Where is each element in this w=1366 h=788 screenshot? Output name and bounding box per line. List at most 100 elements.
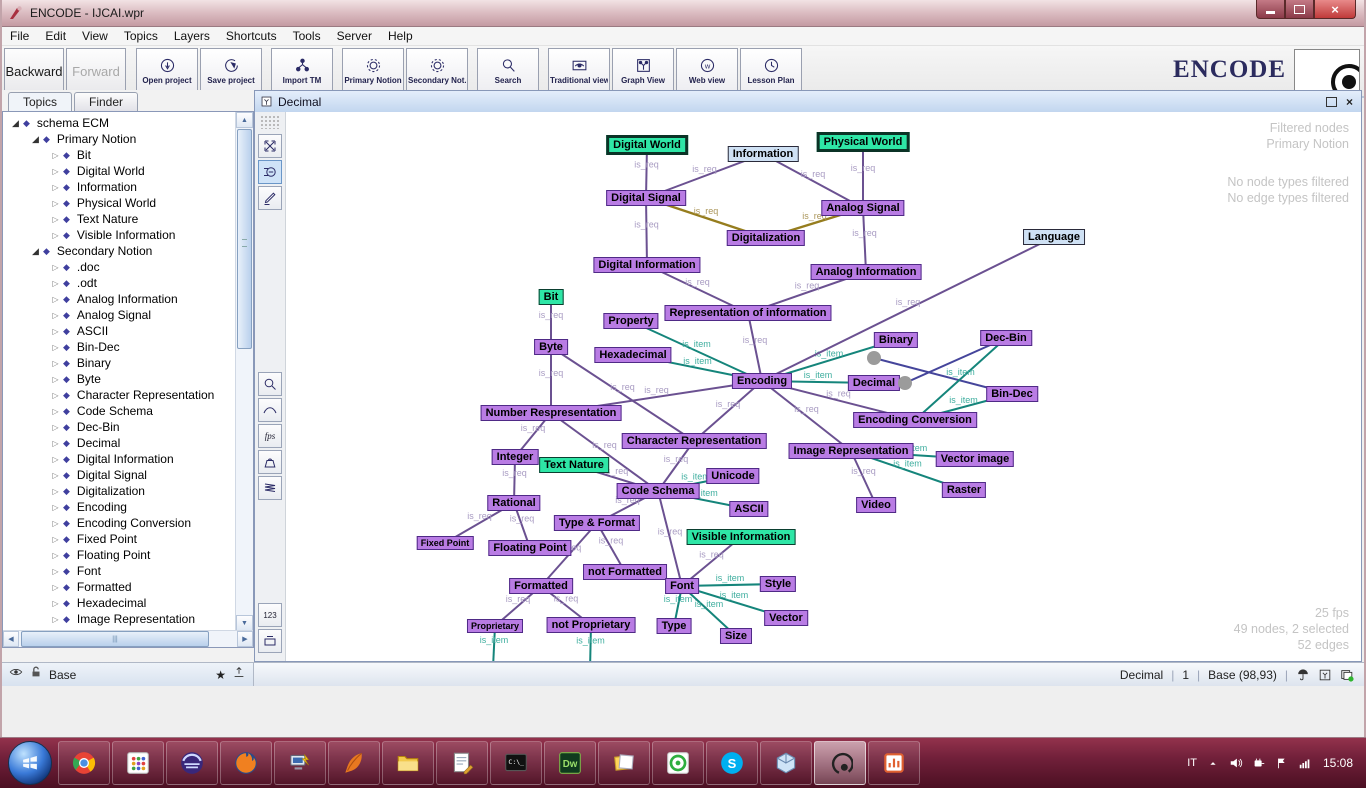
scroll-left-icon[interactable]: ◀ <box>3 631 19 647</box>
expand-toggle-icon[interactable]: ▷ <box>49 375 62 384</box>
graph-node-encoding-conversion[interactable]: Encoding Conversion <box>853 412 977 428</box>
start-button[interactable] <box>8 741 52 785</box>
menu-server[interactable]: Server <box>329 29 380 43</box>
forward-button[interactable]: Forward <box>66 48 126 94</box>
tree-item-byte[interactable]: ▷◆Byte <box>3 371 236 387</box>
graph-handle-dot[interactable] <box>867 351 881 365</box>
volume-icon[interactable] <box>1229 756 1243 770</box>
camstudio-icon[interactable] <box>652 741 704 785</box>
close-button[interactable]: × <box>1314 0 1356 19</box>
graph-node-vector[interactable]: Vector <box>764 610 808 626</box>
restore-button[interactable] <box>1285 0 1314 19</box>
tree-item-physical-world[interactable]: ▷◆Physical World <box>3 195 236 211</box>
notepad-icon[interactable] <box>436 741 488 785</box>
graph-node-size[interactable]: Size <box>720 628 752 644</box>
expand-toggle-icon[interactable]: ▷ <box>49 279 62 288</box>
graph-node-property[interactable]: Property <box>603 313 658 329</box>
expand-toggle-icon[interactable]: ▷ <box>49 327 62 336</box>
firefox-icon[interactable] <box>220 741 272 785</box>
putty-icon[interactable] <box>274 741 326 785</box>
language-indicator[interactable]: IT <box>1187 757 1197 769</box>
graph-handle-dot[interactable] <box>898 376 912 390</box>
traditional-view-button[interactable]: Traditional view <box>548 48 610 94</box>
graph-view-button[interactable]: Graph View <box>612 48 674 94</box>
menu-layers[interactable]: Layers <box>166 29 218 43</box>
tree-item-encoding-conversion[interactable]: ▷◆Encoding Conversion <box>3 515 236 531</box>
expand-toggle-icon[interactable]: ▷ <box>49 455 62 464</box>
minimize-button[interactable] <box>1256 0 1285 19</box>
graph-node-not-proprietary[interactable]: not Proprietary <box>547 617 636 633</box>
network-signal-icon[interactable] <box>1298 756 1312 770</box>
graph-node-text-nature[interactable]: Text Nature <box>539 457 609 473</box>
graph-node-fixed-point[interactable]: Fixed Point <box>417 536 474 550</box>
graph-node-style[interactable]: Style <box>760 576 796 592</box>
numbers-tool-button[interactable]: 123 <box>258 603 282 627</box>
backward-button[interactable]: Backward <box>4 48 64 94</box>
expand-toggle-icon[interactable]: ▷ <box>49 231 62 240</box>
chrome-icon[interactable] <box>58 741 110 785</box>
expand-toggle-icon[interactable]: ▷ <box>49 183 62 192</box>
lesson-plan-button[interactable]: Lesson Plan <box>740 48 802 94</box>
power-icon[interactable] <box>1252 756 1266 770</box>
tree-item-secondary-notion[interactable]: ◢◆Secondary Notion <box>3 243 236 259</box>
tree-item-decimal[interactable]: ▷◆Decimal <box>3 435 236 451</box>
expand-toggle-icon[interactable]: ▷ <box>49 583 62 592</box>
search-button[interactable]: Search <box>477 48 539 94</box>
hidden-icons-chevron[interactable] <box>1206 756 1220 770</box>
save-project-button[interactable]: Save project <box>200 48 262 94</box>
tree-item-font[interactable]: ▷◆Font <box>3 563 236 579</box>
graph-node-digitalization[interactable]: Digitalization <box>727 230 805 246</box>
graph-node-vector-image[interactable]: Vector image <box>936 451 1014 467</box>
tree-item-bin-dec[interactable]: ▷◆Bin-Dec <box>3 339 236 355</box>
fit-view-button[interactable] <box>258 134 282 158</box>
expand-toggle-icon[interactable]: ▷ <box>49 487 62 496</box>
expand-toggle-icon[interactable]: ▷ <box>49 599 62 608</box>
graph-canvas[interactable]: is_reqis_reqis_reqis_reqis_reqis_reqis_r… <box>286 112 1361 661</box>
menu-shortcuts[interactable]: Shortcuts <box>218 29 285 43</box>
scroll-down-icon[interactable]: ▼ <box>236 615 253 631</box>
tab-topics[interactable]: Topics <box>8 92 72 112</box>
tab-finder[interactable]: Finder <box>74 92 138 111</box>
expand-toggle-icon[interactable]: ▷ <box>49 167 62 176</box>
tree-item-bit[interactable]: ▷◆Bit <box>3 147 236 163</box>
lock-icon[interactable] <box>29 665 43 684</box>
menu-view[interactable]: View <box>74 29 116 43</box>
expand-toggle-icon[interactable]: ▷ <box>49 439 62 448</box>
vertical-scroll-thumb[interactable] <box>237 129 252 349</box>
graph-node-video[interactable]: Video <box>856 497 896 513</box>
topicmap-status-icon[interactable] <box>1296 668 1310 682</box>
scroll-up-icon[interactable]: ▲ <box>236 112 253 128</box>
graph-node-type-format[interactable]: Type & Format <box>554 515 640 531</box>
tree-item-floating-point[interactable]: ▷◆Floating Point <box>3 547 236 563</box>
graph-node-font[interactable]: Font <box>665 578 699 594</box>
graph-node-language[interactable]: Language <box>1023 229 1085 245</box>
tree-item-code-schema[interactable]: ▷◆Code Schema <box>3 403 236 419</box>
curve-tool-button[interactable] <box>258 398 282 422</box>
graph-node-bin-dec[interactable]: Bin-Dec <box>986 386 1038 402</box>
graph-node-analog-information[interactable]: Analog Information <box>811 264 922 280</box>
graph-node-digital-information[interactable]: Digital Information <box>593 257 700 273</box>
menu-edit[interactable]: Edit <box>37 29 74 43</box>
grid-app-icon[interactable] <box>112 741 164 785</box>
expand-toggle-icon[interactable]: ▷ <box>49 391 62 400</box>
menu-help[interactable]: Help <box>380 29 421 43</box>
expand-toggle-icon[interactable]: ▷ <box>49 263 62 272</box>
expand-toggle-icon[interactable]: ▷ <box>49 535 62 544</box>
tree-item-digital-world[interactable]: ▷◆Digital World <box>3 163 236 179</box>
tree-item-primary-notion[interactable]: ◢◆Primary Notion <box>3 131 236 147</box>
tree-item-dec-bin[interactable]: ▷◆Dec-Bin <box>3 419 236 435</box>
graph-node-physical-world[interactable]: Physical World <box>817 132 910 152</box>
expand-toggle-icon[interactable]: ▷ <box>49 471 62 480</box>
skype-icon[interactable]: S <box>706 741 758 785</box>
tree-item-information[interactable]: ▷◆Information <box>3 179 236 195</box>
clock[interactable]: 15:08 <box>1323 756 1353 770</box>
tree-item-visible-information[interactable]: ▷◆Visible Information <box>3 227 236 243</box>
graph-node-decimal[interactable]: Decimal <box>848 375 900 391</box>
graph-node-byte[interactable]: Byte <box>534 339 568 355</box>
graph-node-visible-information[interactable]: Visible Information <box>687 529 796 545</box>
graph-node-proprietary[interactable]: Proprietary <box>467 619 523 633</box>
expand-toggle-icon[interactable]: ▷ <box>49 311 62 320</box>
web-view-button[interactable]: wWeb view <box>676 48 738 94</box>
graph-node-binary[interactable]: Binary <box>874 332 918 348</box>
pan-mode-button[interactable] <box>258 160 282 184</box>
